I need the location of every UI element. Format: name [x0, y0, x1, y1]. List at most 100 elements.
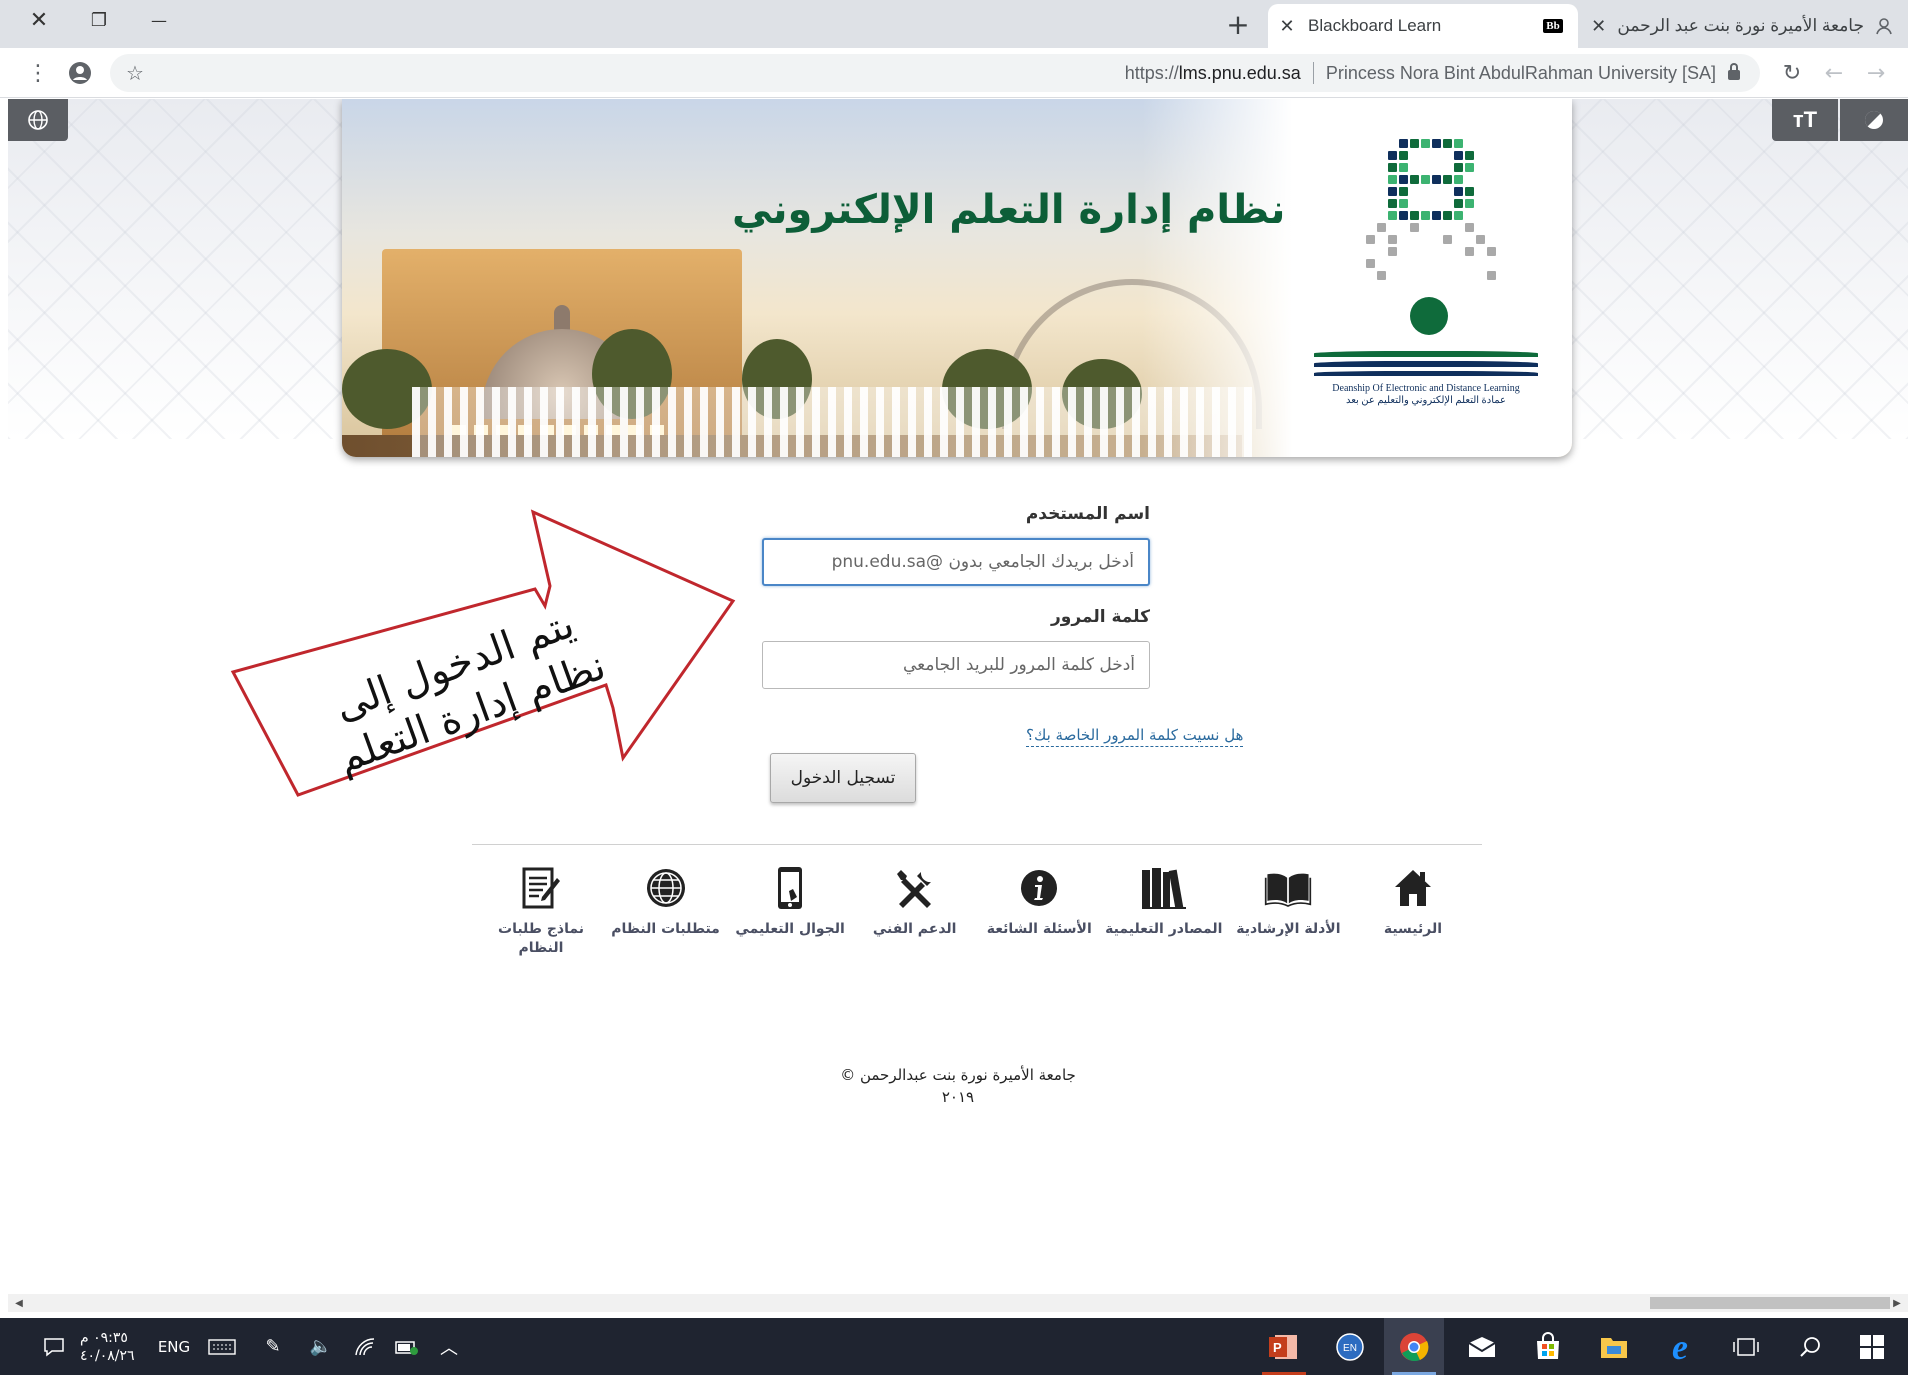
store-app-icon[interactable] [1518, 1318, 1578, 1375]
chrome-app-icon[interactable] [1384, 1318, 1444, 1375]
mobile-icon [766, 864, 814, 912]
tab-title: جامعة الأميرة نورة بنت عبد الرحمن [1617, 16, 1864, 35]
forward-arrow-icon[interactable]: → [1856, 48, 1896, 98]
globe-icon [28, 110, 48, 130]
login-button[interactable]: تسجيل الدخول [770, 753, 916, 803]
task-view-icon[interactable] [1716, 1318, 1776, 1375]
contrast-button[interactable] [1840, 99, 1908, 141]
star-bookmark-icon[interactable]: ☆ [120, 54, 150, 92]
forgot-password-link[interactable]: هل نسيت كلمة المرور الخاصة بك؟ [1026, 726, 1244, 747]
info-icon [1015, 864, 1063, 912]
search-icon[interactable] [1780, 1318, 1840, 1375]
new-tab-button[interactable]: + [1218, 4, 1258, 44]
window-close-button[interactable]: ✕ [14, 0, 64, 40]
text-size-button[interactable]: ᴛT [1772, 99, 1838, 141]
nav-item-guides[interactable]: الأدلة الإرشادية [1229, 864, 1347, 974]
logo-dot [1443, 175, 1452, 184]
person-favicon-icon [1874, 17, 1894, 35]
window-restore-button[interactable]: ❐ [74, 0, 124, 40]
logo-dot [1487, 271, 1496, 280]
powerpoint-app-icon[interactable]: P [1254, 1318, 1314, 1375]
address-bar[interactable]: ☆ https://lms.pnu.edu.sa Princess Nora B… [110, 54, 1760, 92]
action-center-icon[interactable] [36, 1318, 72, 1375]
logo-caption-en: Deanship Of Electronic and Distance Lear… [1332, 383, 1520, 394]
logo-dot [1454, 187, 1463, 196]
copyright: جامعة الأميرة نورة بنت عبدالرحمن © ٢٠١٩ [840, 1066, 1076, 1106]
scrollbar-thumb[interactable] [1650, 1297, 1890, 1309]
nav-item-resources[interactable]: المصادر التعليمية [1105, 864, 1223, 974]
logo-dot [1454, 163, 1463, 172]
scroll-left-arrow-icon[interactable]: ◀ [10, 1294, 28, 1312]
tab-close-icon[interactable]: ✕ [1276, 16, 1298, 37]
horizontal-scrollbar[interactable]: ◀ ▶ [8, 1294, 1908, 1312]
nav-item-mobile[interactable]: الجوال التعليمي [731, 864, 849, 974]
logo-dot [1443, 235, 1452, 244]
banner-title: نظام إدارة التعلم الإلكتروني [732, 187, 1286, 233]
divider [472, 844, 1482, 845]
open-book-icon [1264, 864, 1312, 912]
logo-dot [1454, 139, 1463, 148]
logo-dot [1366, 259, 1375, 268]
logo-dot [1443, 211, 1452, 220]
clock[interactable]: ٠٩:٣٥ م ٤٠/٠٨/٢٦ [80, 1318, 152, 1375]
windows-taskbar: ٠٩:٣٥ م ٤٠/٠٨/٢٦ ENG ✎ 🔈 ︿ P EN e [0, 1318, 1908, 1375]
logo-dot [1410, 211, 1419, 220]
lock-icon[interactable] [1728, 63, 1740, 80]
logo-dot [1476, 235, 1485, 244]
tab-close-icon[interactable]: ✕ [1590, 16, 1607, 37]
fountain-image [412, 387, 1252, 457]
tab-pnu[interactable]: ✕ جامعة الأميرة نورة بنت عبد الرحمن [1582, 4, 1908, 48]
logo-caption-ar: عمادة التعلم الإلكتروني والتعليم عن بعد [1345, 395, 1507, 406]
password-input[interactable] [762, 641, 1150, 689]
profile-icon[interactable] [60, 48, 100, 98]
minimize-icon: — [151, 10, 167, 30]
window-minimize-button[interactable]: — [134, 0, 184, 40]
restore-icon: ❐ [90, 9, 108, 31]
back-arrow-icon[interactable]: ← [1814, 48, 1854, 98]
battery-icon[interactable] [392, 1318, 422, 1375]
nav-item-requirements[interactable]: متطلبات النظام [607, 864, 725, 974]
logo-dot [1399, 139, 1408, 148]
pen-icon[interactable]: ✎ [258, 1318, 288, 1375]
books-icon [1140, 864, 1188, 912]
file-explorer-app-icon[interactable] [1584, 1318, 1644, 1375]
language-button[interactable] [8, 99, 68, 141]
logo-dot [1399, 187, 1408, 196]
scroll-right-arrow-icon[interactable]: ▶ [1888, 1294, 1906, 1312]
clock-date: ٤٠/٠٨/٢٦ [80, 1347, 135, 1364]
keyboard-icon[interactable] [204, 1318, 240, 1375]
windows-start-icon[interactable] [1842, 1318, 1902, 1375]
nav-item-support[interactable]: الدعم الفني [856, 864, 974, 974]
volume-icon[interactable]: 🔈 [304, 1318, 338, 1375]
nav-item-forms[interactable]: نماذج طلبات النظام [482, 864, 600, 974]
logo-dot [1399, 175, 1408, 184]
logo-dot [1388, 199, 1397, 208]
reload-icon[interactable]: ↻ [1772, 48, 1812, 98]
wifi-icon[interactable] [350, 1318, 380, 1375]
home-icon [1389, 864, 1437, 912]
text-size-icon: ᴛT [1792, 107, 1818, 132]
language-bar-icon[interactable]: EN [1320, 1318, 1380, 1375]
mail-app-icon[interactable] [1452, 1318, 1512, 1375]
edge-app-icon[interactable]: e [1650, 1318, 1710, 1375]
tab-title: Blackboard Learn [1308, 16, 1442, 35]
menu-dots-icon[interactable]: ⋮ [18, 48, 58, 98]
tab-strip: ✕ ❐ — + ✕ Blackboard Learn Bb ✕ جامعة ال… [0, 0, 1908, 48]
tab-blackboard-learn[interactable]: ✕ Blackboard Learn Bb [1268, 4, 1578, 48]
logo-dot [1465, 199, 1474, 208]
logo-dot [1410, 139, 1419, 148]
nav-item-faq[interactable]: الأسئلة الشائعة [980, 864, 1098, 974]
logo-dot [1399, 163, 1408, 172]
password-label: كلمة المرور [1051, 607, 1150, 627]
input-language[interactable]: ENG [154, 1318, 194, 1375]
logo-dot [1465, 223, 1474, 232]
logo-dot [1432, 139, 1441, 148]
nav-item-home[interactable]: الرئيسية [1354, 864, 1472, 974]
chevron-up-icon[interactable]: ︿ [434, 1318, 464, 1375]
logo-dot [1388, 235, 1397, 244]
username-input[interactable] [762, 538, 1150, 586]
logo-dot [1388, 247, 1397, 256]
logo-dot [1388, 151, 1397, 160]
logo-dot [1410, 223, 1419, 232]
logo-dot [1487, 247, 1496, 256]
